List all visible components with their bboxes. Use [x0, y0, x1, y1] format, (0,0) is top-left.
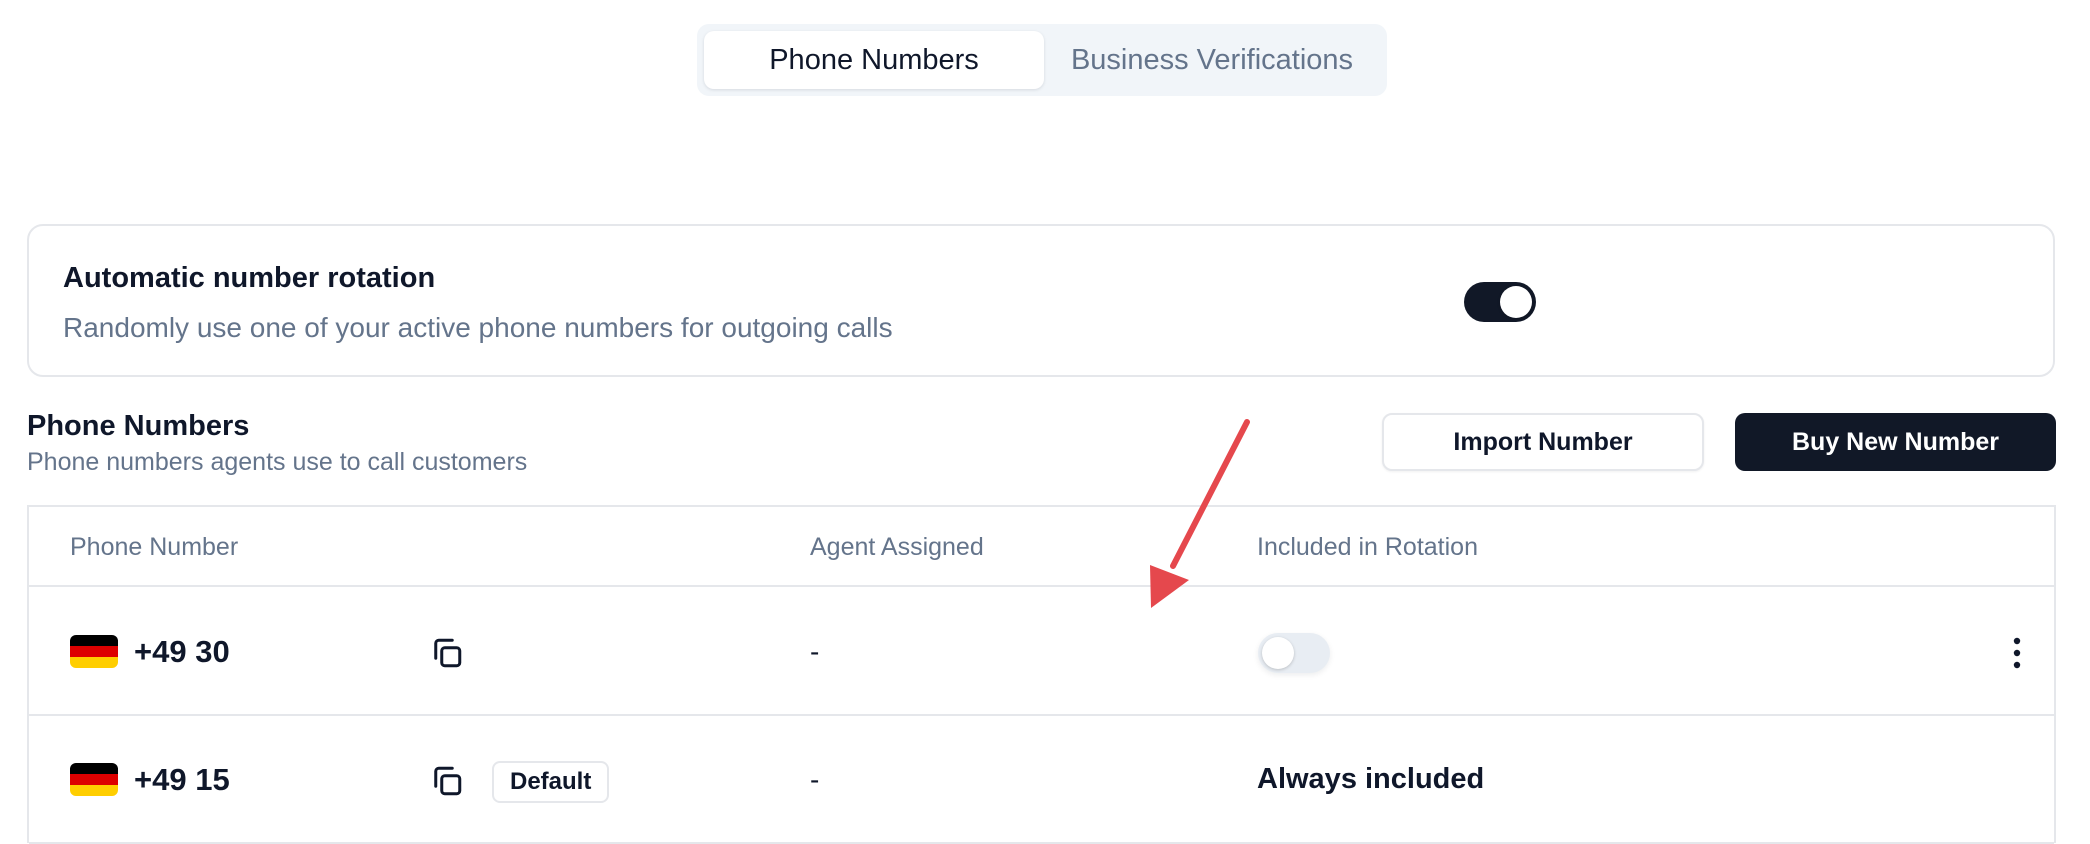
toggle-knob — [1262, 637, 1294, 669]
always-included-text: Always included — [1257, 763, 1485, 795]
copy-icon[interactable] — [429, 635, 465, 671]
rotation-row-toggle[interactable] — [1258, 633, 1330, 673]
header-divider — [29, 585, 2054, 587]
phone-numbers-table: Phone Number Agent Assigned Included in … — [27, 505, 2056, 844]
agent-assigned-value: - — [810, 764, 820, 795]
rotation-card: Automatic number rotation Randomly use o… — [27, 224, 2055, 377]
tab-phone-numbers[interactable]: Phone Numbers — [704, 31, 1044, 89]
buy-new-number-button[interactable]: Buy New Number — [1735, 413, 2056, 471]
more-options-icon[interactable] — [2005, 633, 2029, 673]
section-subtitle: Phone numbers agents use to call custome… — [27, 448, 528, 476]
tab-bar: Phone Numbers Business Verifications — [697, 24, 1387, 96]
rotation-title: Automatic number rotation — [63, 262, 436, 294]
column-header-agent-assigned: Agent Assigned — [810, 533, 984, 561]
column-header-phone-number: Phone Number — [70, 533, 239, 561]
phone-number: +49 30 — [134, 634, 230, 669]
row-divider — [29, 714, 2054, 716]
toggle-knob — [1500, 286, 1532, 318]
column-header-included-in-rotation: Included in Rotation — [1257, 533, 1478, 561]
germany-flag-icon — [70, 763, 118, 796]
phone-number: +49 15 — [134, 762, 230, 797]
rotation-toggle[interactable] — [1464, 282, 1536, 322]
default-badge: Default — [492, 761, 610, 803]
tab-business-verifications[interactable]: Business Verifications — [1044, 31, 1380, 89]
copy-icon[interactable] — [429, 763, 465, 799]
agent-assigned-value: - — [810, 636, 820, 667]
germany-flag-icon — [70, 635, 118, 668]
rotation-description: Randomly use one of your active phone nu… — [63, 312, 893, 343]
import-number-button[interactable]: Import Number — [1382, 413, 1704, 471]
section-title: Phone Numbers — [27, 410, 250, 442]
